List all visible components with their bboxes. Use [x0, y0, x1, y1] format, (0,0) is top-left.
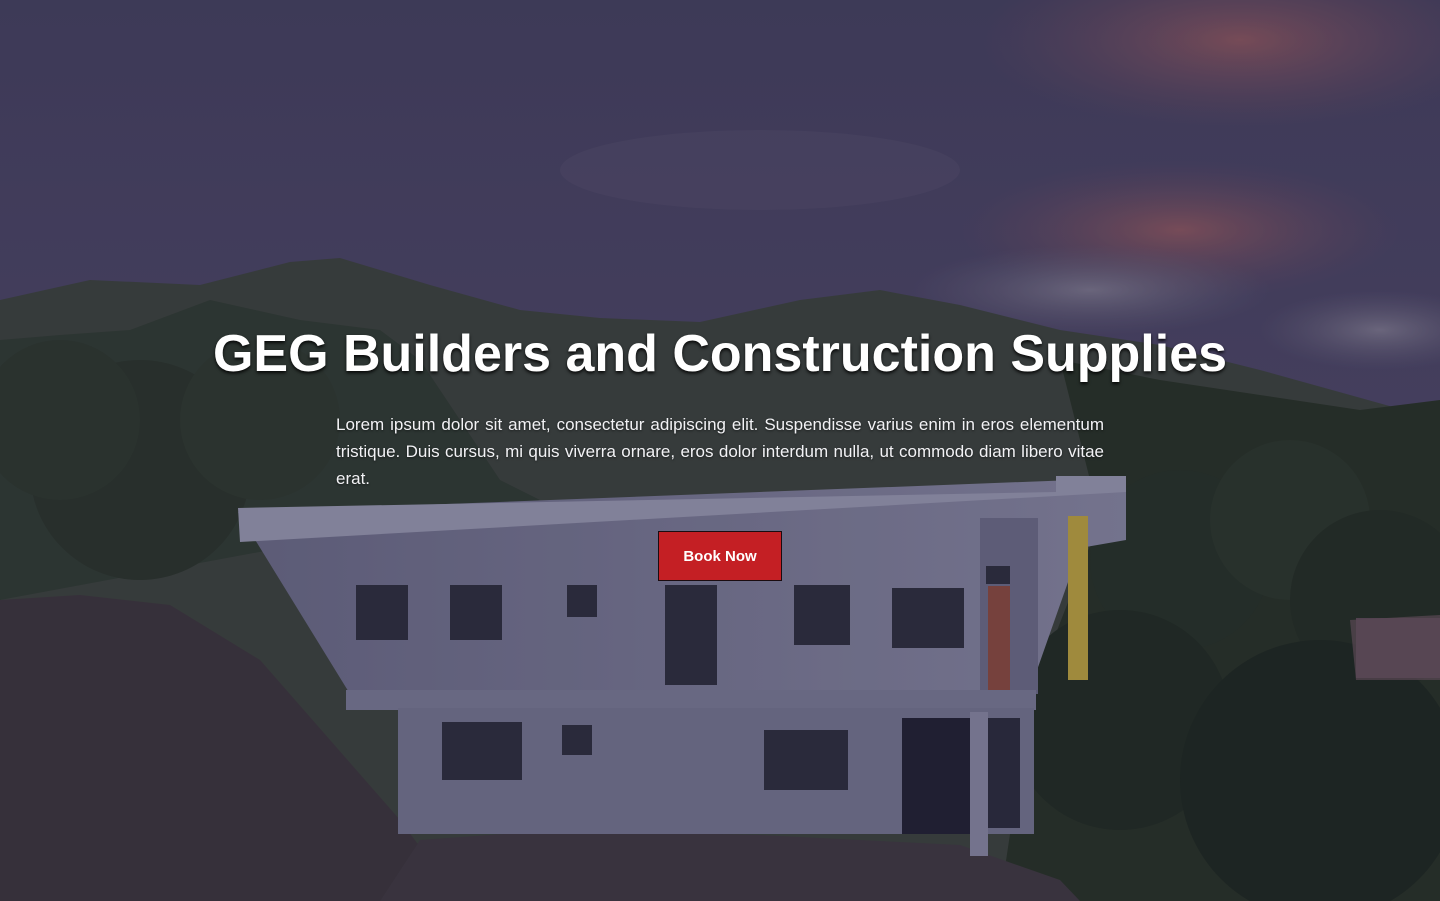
- hero-description: Lorem ipsum dolor sit amet, consectetur …: [336, 415, 1104, 488]
- hero-title: GEG Builders and Construction Supplies: [212, 325, 1228, 383]
- book-now-button[interactable]: Book Now: [658, 531, 782, 581]
- hero-content: GEG Builders and Construction Supplies L…: [0, 0, 1440, 901]
- hero-section: GEG Builders and Construction Supplies L…: [0, 0, 1440, 901]
